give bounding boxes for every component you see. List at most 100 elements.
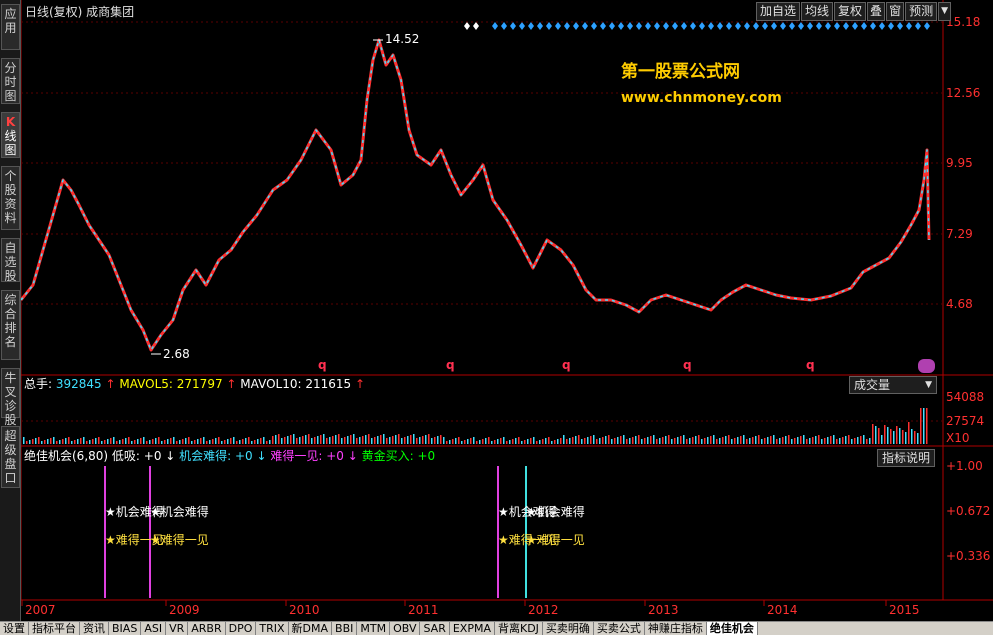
indicator-legend-item: 机会难得: +0 ↓: [179, 448, 270, 463]
volume-bar: [794, 438, 796, 444]
toolbar-button-2[interactable]: 复权: [834, 2, 867, 21]
toolbar-button-3[interactable]: 叠: [867, 2, 886, 21]
volume-bar: [167, 439, 169, 444]
diamond-marker: [690, 22, 696, 30]
tab-2[interactable]: 资讯: [80, 622, 109, 635]
tab-14[interactable]: EXPMA: [449, 622, 495, 635]
volume-bar: [257, 439, 259, 444]
indicator-tick-label: +1.00: [946, 459, 983, 473]
volume-bar: [410, 435, 412, 444]
sidebar-item-5[interactable]: 综合排名: [1, 290, 20, 360]
volume-bar: [470, 438, 472, 444]
year-tick-label: 2013: [648, 603, 679, 617]
sidebar-item-label: 线图: [4, 129, 17, 157]
sidebar-item-0[interactable]: 应用: [1, 4, 20, 50]
tab-18[interactable]: 神赚庄指标: [644, 622, 707, 635]
sidebar-item-1[interactable]: 分时图: [1, 58, 20, 104]
diamond-marker: [780, 22, 786, 30]
volume-bar: [707, 437, 709, 444]
volume-bar: [215, 438, 217, 444]
volume-indicator-select[interactable]: 成交量 ▼: [849, 376, 937, 394]
volume-tick-label: 27574: [946, 414, 984, 428]
tab-1[interactable]: 指标平台: [29, 622, 80, 635]
toolbar-button-5[interactable]: 预测: [905, 2, 938, 21]
volume-bar: [362, 436, 364, 444]
volume-bar: [179, 440, 181, 444]
sidebar-item-7[interactable]: 超级盘口: [1, 426, 20, 488]
chart-title: 日线(复权) 成商集团: [25, 4, 134, 19]
tab-16[interactable]: 买卖明确: [542, 622, 594, 635]
volume-bar: [83, 437, 85, 444]
volume-bar: [779, 438, 781, 444]
volume-bar: [164, 440, 166, 444]
tab-6[interactable]: ARBR: [188, 622, 226, 635]
indicator-description-button[interactable]: 指标说明: [877, 449, 936, 467]
tab-15[interactable]: 背离KDJ: [494, 622, 543, 635]
tab-19[interactable]: 绝佳机会: [706, 622, 758, 635]
volume-bar: [698, 435, 700, 444]
volume-bar: [500, 438, 502, 444]
volume-bar: [860, 436, 862, 444]
tab-0[interactable]: 设置: [0, 622, 29, 635]
diamond-marker: [663, 22, 669, 30]
tab-12[interactable]: OBV: [390, 622, 421, 635]
volume-bar: [716, 439, 718, 444]
toolbar-menu-icon[interactable]: ▼: [938, 2, 952, 21]
diamond-marker: [717, 22, 723, 30]
volume-bar: [719, 438, 721, 444]
tab-10[interactable]: BBI: [332, 622, 358, 635]
tab-8[interactable]: TRIX: [256, 622, 289, 635]
toolbar-button-0[interactable]: 加自选: [756, 2, 801, 21]
volume-bar: [569, 438, 571, 444]
volume-bar: [848, 435, 850, 444]
tab-9[interactable]: 新DMA: [288, 622, 333, 635]
tab-17[interactable]: 买卖公式: [593, 622, 645, 635]
tab-11[interactable]: MTM: [357, 622, 391, 635]
diamond-marker: [870, 22, 876, 30]
tab-5[interactable]: VR: [166, 622, 189, 635]
volume-bar: [908, 422, 910, 444]
volume-bar: [194, 440, 196, 444]
volume-bar: [212, 439, 214, 444]
toolbar-button-4[interactable]: 窗: [886, 2, 905, 21]
tab-13[interactable]: SAR: [420, 622, 450, 635]
volume-bar: [464, 440, 466, 444]
chart-canvas[interactable]: 日线(复权) 成商集团15.1812.569.957.294.68第一股票公式网…: [19, 0, 993, 621]
sidebar-item-3[interactable]: 个股资料: [1, 166, 20, 230]
volume-bar: [803, 435, 805, 444]
sidebar-item-4[interactable]: 自选股: [1, 238, 20, 283]
volume-bar: [197, 439, 199, 444]
volume-bar: [338, 434, 340, 444]
signal-chance-label: ★机会难得: [526, 504, 585, 519]
volume-bar: [731, 439, 733, 444]
volume-bar: [296, 438, 298, 444]
diamond-marker: [591, 22, 597, 30]
volume-bar: [449, 440, 451, 444]
volume-bar: [866, 439, 868, 444]
tab-7[interactable]: DPO: [225, 622, 257, 635]
tab-3[interactable]: BIAS: [109, 622, 142, 635]
sidebar-item-6[interactable]: 牛叉诊股: [1, 368, 20, 427]
watermark-url: www.chnmoney.com: [621, 90, 782, 106]
diamond-marker: [555, 22, 561, 30]
year-tick-label: 2009: [169, 603, 200, 617]
volume-bar: [74, 440, 76, 444]
sidebar-item-2[interactable]: K线图: [1, 112, 20, 158]
tab-4[interactable]: ASI: [141, 622, 167, 635]
toolbar-button-1[interactable]: 均线: [801, 2, 834, 21]
stock-chart[interactable]: 日线(复权) 成商集团 15.18 12.56 9.95 7.29 4.68 第一股票公式网…: [19, 0, 993, 621]
volume-bar: [428, 434, 430, 444]
sidebar-item-label: 牛叉诊股: [4, 371, 17, 427]
volume-bar: [50, 438, 52, 444]
volume-bar: [647, 437, 649, 444]
volume-bar: [233, 437, 235, 444]
signal-chance-label: ★机会难得: [150, 504, 209, 519]
volume-bar: [383, 434, 385, 444]
volume-bar: [692, 437, 694, 444]
volume-bar: [254, 440, 256, 444]
volume-bar: [137, 439, 139, 444]
volume-bar: [746, 439, 748, 444]
volume-bar: [437, 436, 439, 444]
volume-bar: [926, 408, 928, 444]
volume-bar: [116, 441, 118, 444]
